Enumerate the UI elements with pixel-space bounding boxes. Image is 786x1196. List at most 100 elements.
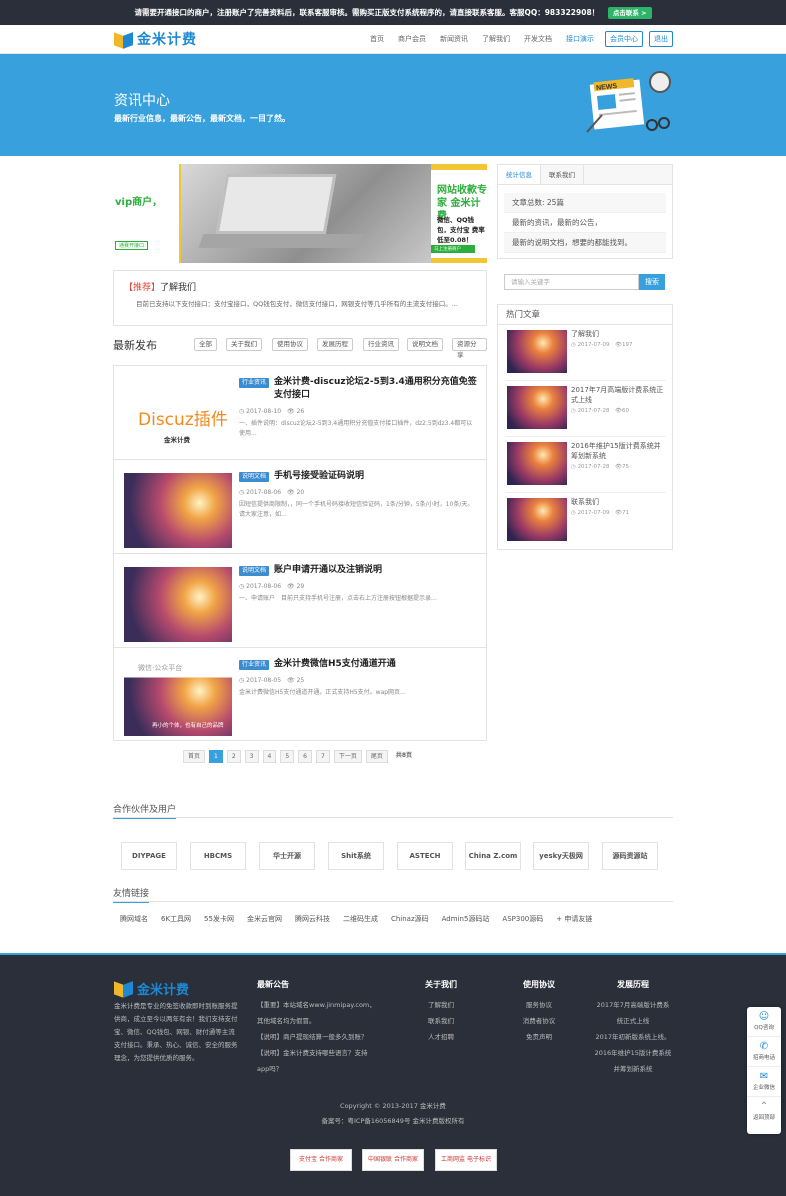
post-thumbnail[interactable] <box>124 567 232 642</box>
site-logo[interactable]: 金米计费 <box>114 29 197 49</box>
partner-logo[interactable]: 源码资源站 <box>602 842 658 870</box>
post-title[interactable]: 金米计费-discuz论坛2-5到3.4通用积分充值免签支付接口 <box>274 376 479 402</box>
friend-link[interactable]: Chinaz源码 <box>391 914 429 924</box>
filter-tag-all[interactable]: 全部 <box>194 338 217 351</box>
page-last[interactable]: 尾页 <box>365 750 388 763</box>
footer-notice[interactable]: app吗？ <box>257 1061 382 1077</box>
apply-link[interactable]: + 申请友链 <box>556 914 592 924</box>
page-6[interactable]: 6 <box>298 750 312 763</box>
hot-thumbnail[interactable] <box>507 330 567 373</box>
page-7[interactable]: 7 <box>315 750 330 763</box>
footer-link[interactable]: 联系我们 <box>425 1013 457 1029</box>
recommend-title[interactable]: 了解我们 <box>160 283 196 293</box>
footer-icp[interactable]: 备案号：粤ICP备16056849号 金米计费版权所有 <box>0 1115 786 1125</box>
footer-link[interactable]: 并筹划新系统 <box>590 1061 676 1077</box>
footer-link[interactable]: 2016年维护15版计费系统 <box>590 1045 676 1061</box>
post-item[interactable]: Discuz插件 金米计费 行业资讯 金米计费-discuz论坛2-5到3.4通… <box>114 366 486 460</box>
hot-thumbnail[interactable] <box>507 442 567 485</box>
post-category-badge[interactable]: 行业资讯 <box>239 378 270 388</box>
alipay-badge[interactable]: 支付宝 合作商家 <box>290 1149 352 1171</box>
nav-docs[interactable]: 开发文档 <box>524 34 552 44</box>
float-wechat[interactable]: ✉ 企业微信 <box>747 1067 781 1097</box>
footer-notice[interactable]: 【说明】金米计费支持哪些语言？支持 <box>257 1045 382 1061</box>
friend-link[interactable]: 6K工具网 <box>161 914 191 924</box>
tab-stats[interactable]: 统计信息 <box>498 165 541 184</box>
footer-link[interactable]: 消费者协议 <box>519 1013 559 1029</box>
filter-tag-industry[interactable]: 行业资讯 <box>363 338 399 351</box>
page-2[interactable]: 2 <box>226 750 241 763</box>
page-3[interactable]: 3 <box>244 750 259 763</box>
page-first[interactable]: 首页 <box>183 750 206 763</box>
post-item[interactable]: 微信·公众平台 再小的个体，也有自己的品牌 行业资讯 金米计费微信H5支付通道开… <box>114 648 486 742</box>
partner-logo[interactable]: DIYPAGE <box>121 842 177 870</box>
filter-tag-history[interactable]: 发展历程 <box>317 338 353 351</box>
hot-thumbnail[interactable] <box>507 498 567 541</box>
hot-item[interactable]: 联系我们 ◷ 2017-07-09 👁71 <box>506 493 666 549</box>
post-category-badge[interactable]: 行业资讯 <box>239 660 270 670</box>
float-phone[interactable]: ✆ 招商电话 <box>747 1037 781 1067</box>
post-item[interactable]: 说明文档 账户申请开通以及注销说明 ◷ 2017-08-06 👁 29 一、申请… <box>114 554 486 648</box>
footer-link[interactable]: 统正式上线 <box>590 1013 676 1029</box>
post-category-badge[interactable]: 说明文档 <box>239 566 270 576</box>
hot-item-title[interactable]: 2017年7月高端版计费系统正式上线 <box>571 385 666 405</box>
footer-link[interactable]: 了解我们 <box>425 997 457 1013</box>
slide-left-button[interactable]: 通赛开接口 <box>115 241 149 250</box>
partner-logo[interactable]: ASTECH <box>397 842 453 870</box>
partner-logo[interactable]: China Z.com <box>465 842 521 870</box>
footer-notice[interactable]: 其他域名均为假冒。 <box>257 1013 382 1029</box>
post-thumbnail[interactable]: 微信·公众平台 再小的个体，也有自己的品牌 <box>124 661 232 736</box>
post-title[interactable]: 金米计费微信H5支付通道开通 <box>274 658 479 671</box>
footer-link[interactable]: 人才招聘 <box>425 1029 457 1045</box>
friend-link[interactable]: Admin5源码站 <box>442 914 490 924</box>
slide-register-button[interactable]: 马上注册商户 <box>431 245 475 253</box>
page-5[interactable]: 5 <box>280 750 295 763</box>
image-slider[interactable]: vip商户， 通赛开接口 网站收款专家 金米计费 微信、QQ钱包，支付宝 费率低… <box>113 164 487 263</box>
hot-item-title[interactable]: 2016年维护15版计费系统并筹划新系统 <box>571 441 666 461</box>
friend-link[interactable]: 腾网云科技 <box>295 914 330 924</box>
friend-link[interactable]: 腾网域名 <box>120 914 148 924</box>
footer-link[interactable]: 免责声明 <box>519 1029 559 1045</box>
nav-home[interactable]: 首页 <box>370 34 384 44</box>
footer-link[interactable]: 2017年初新版系统上线。 <box>590 1029 676 1045</box>
hot-item-title[interactable]: 联系我们 <box>571 497 666 507</box>
friend-link[interactable]: 55发卡网 <box>204 914 234 924</box>
footer-notice[interactable]: 【说明】商户提现结算一般多久到账？ <box>257 1029 382 1045</box>
post-item[interactable]: 说明文档 手机号接受验证码说明 ◷ 2017-08-06 👁 20 因短信提供商… <box>114 460 486 554</box>
tab-contact[interactable]: 联系我们 <box>541 165 584 184</box>
hot-item[interactable]: 2017年7月高端版计费系统正式上线 ◷ 2017-07-28 👁60 <box>506 381 666 437</box>
friend-link[interactable]: ASP300源码 <box>502 914 543 924</box>
nav-news[interactable]: 新闻资讯 <box>440 34 468 44</box>
friend-link[interactable]: 金米云官网 <box>247 914 282 924</box>
page-1[interactable]: 1 <box>209 750 223 763</box>
footer-link[interactable]: 2017年7月高端版计费系 <box>590 997 676 1013</box>
filter-tag-docs[interactable]: 说明文档 <box>407 338 443 351</box>
float-back-top[interactable]: ⌃ 返回顶部 <box>747 1097 781 1127</box>
filter-tag-resources[interactable]: 资源分享 <box>452 338 487 359</box>
hot-thumbnail[interactable] <box>507 386 567 429</box>
logout-button[interactable]: 退出 <box>649 31 673 47</box>
friend-link[interactable]: 二维码生成 <box>343 914 378 924</box>
float-qq[interactable]: ☺ QQ咨询 <box>747 1007 781 1037</box>
post-title[interactable]: 手机号接受验证码说明 <box>274 470 479 483</box>
gongshang-badge[interactable]: 工商网监 电子标识 <box>435 1149 497 1171</box>
filter-tag-about[interactable]: 关于我们 <box>226 338 262 351</box>
partner-logo[interactable]: Shit系统 <box>328 842 384 870</box>
partner-logo[interactable]: HBCMS <box>190 842 246 870</box>
filter-tag-agreement[interactable]: 使用协议 <box>272 338 308 351</box>
footer-notice[interactable]: 【重要】本站域名www.jinmipay.com， <box>257 997 382 1013</box>
post-thumbnail[interactable] <box>124 473 232 548</box>
partner-logo[interactable]: 华士开源 <box>259 842 315 870</box>
slider-prev-icon[interactable]: ‹ <box>115 205 127 221</box>
slider-next-icon[interactable]: › <box>471 205 483 221</box>
search-button[interactable]: 搜索 <box>639 274 665 290</box>
post-thumbnail[interactable]: Discuz插件 金米计费 <box>124 379 232 454</box>
footer-logo[interactable]: 金米计费 <box>114 979 189 998</box>
partner-logo[interactable]: yesky天极网 <box>533 842 589 870</box>
footer-link[interactable]: 服务协议 <box>519 997 559 1013</box>
member-center-button[interactable]: 会员中心 <box>605 31 643 47</box>
nav-demo[interactable]: 接口演示 <box>566 34 594 44</box>
post-title[interactable]: 账户申请开通以及注销说明 <box>274 564 479 577</box>
recommended-article[interactable]: 【推荐】了解我们 目前已支持以下支付接口：支付宝接口，QQ钱包支付，微信支付接口… <box>113 270 487 326</box>
nav-about[interactable]: 了解我们 <box>482 34 510 44</box>
contact-button[interactable]: 点击联系 > <box>607 7 652 19</box>
